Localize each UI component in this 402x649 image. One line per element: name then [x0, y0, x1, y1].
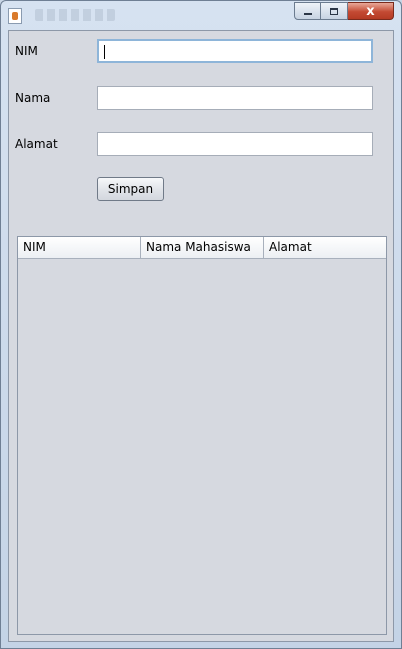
simpan-button-label: Simpan [107, 182, 154, 196]
nama-label: Nama [15, 91, 51, 105]
java-app-icon[interactable] [8, 8, 22, 24]
alamat-input[interactable] [97, 132, 373, 156]
column-header-alamat[interactable]: Alamat [264, 237, 386, 258]
table-header: NIM Nama Mahasiswa Alamat [18, 237, 386, 259]
close-button[interactable]: x [348, 2, 394, 20]
column-header-nim[interactable]: NIM [18, 237, 141, 258]
table-body[interactable] [18, 259, 386, 634]
column-header-nama-mahasiswa[interactable]: Nama Mahasiswa [141, 237, 264, 258]
maximize-icon [330, 7, 338, 15]
minimize-icon [303, 13, 312, 15]
minimize-button[interactable] [294, 2, 321, 20]
mahasiswa-table[interactable]: NIM Nama Mahasiswa Alamat [17, 236, 387, 635]
title-bar[interactable]: x [1, 1, 401, 29]
simpan-button[interactable]: Simpan [97, 177, 164, 201]
application-window: x NIM Nama Alamat Simpan NIM Nama Mahasi… [0, 0, 402, 649]
alamat-label: Alamat [15, 137, 58, 151]
nama-input[interactable] [97, 86, 373, 110]
nim-label: NIM [15, 44, 38, 58]
text-caret [104, 45, 105, 59]
close-icon: x [366, 3, 375, 19]
maximize-button[interactable] [321, 2, 348, 20]
title-bar-reflection [35, 9, 115, 21]
nim-input[interactable] [97, 39, 373, 63]
content-panel: NIM Nama Alamat Simpan NIM Nama Mahasisw… [8, 30, 394, 642]
